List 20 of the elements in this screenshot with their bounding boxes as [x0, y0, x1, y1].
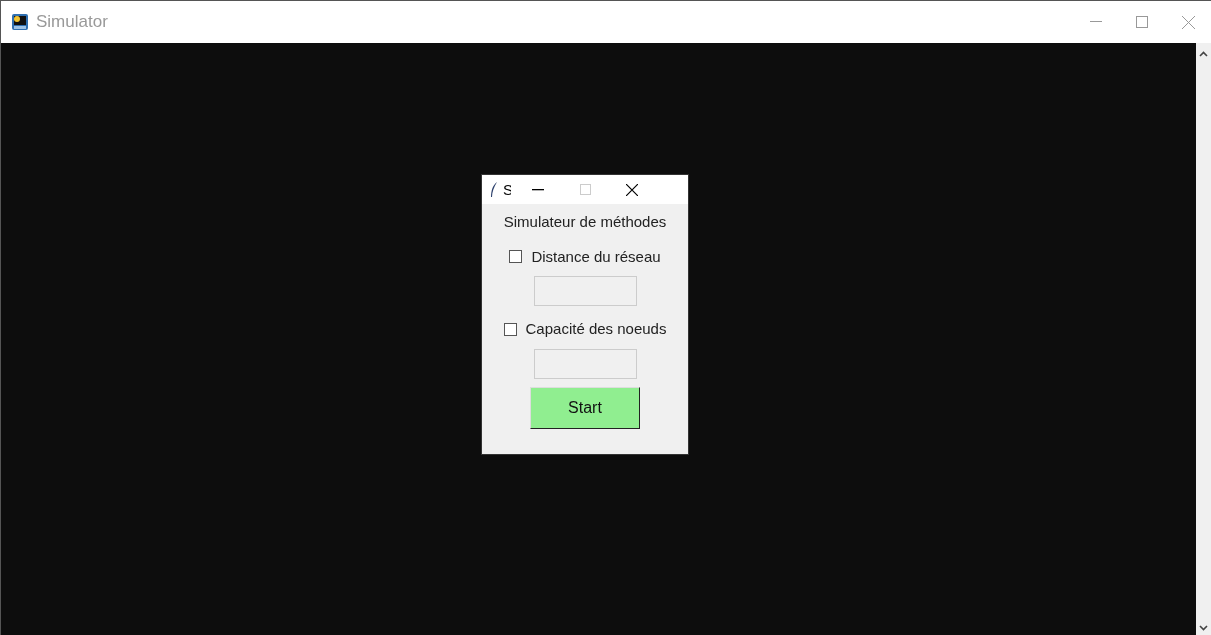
close-icon [1181, 15, 1195, 29]
checkbox-label: Capacité des noeuds [525, 319, 667, 339]
feather-icon [490, 181, 498, 198]
checkbox-label: Distance du réseau [531, 246, 661, 267]
minimize-icon [1090, 21, 1102, 23]
start-button[interactable]: Start [530, 386, 640, 429]
maximize-icon [1136, 16, 1148, 28]
app-icon [11, 13, 29, 31]
checkbox[interactable] [503, 322, 517, 336]
input-field[interactable] [533, 276, 637, 306]
checkbox[interactable] [509, 250, 523, 264]
window-title: Simulator [36, 11, 108, 34]
scroll-down-icon[interactable] [1199, 625, 1208, 631]
minimize-icon [532, 188, 544, 191]
scroll-up-icon[interactable] [1199, 51, 1208, 57]
scrollbar[interactable] [1196, 43, 1211, 635]
close-icon [626, 183, 638, 196]
input-field[interactable] [533, 348, 637, 379]
heading: Simulateur de méthodes [503, 212, 667, 232]
maximize-icon [579, 184, 591, 195]
